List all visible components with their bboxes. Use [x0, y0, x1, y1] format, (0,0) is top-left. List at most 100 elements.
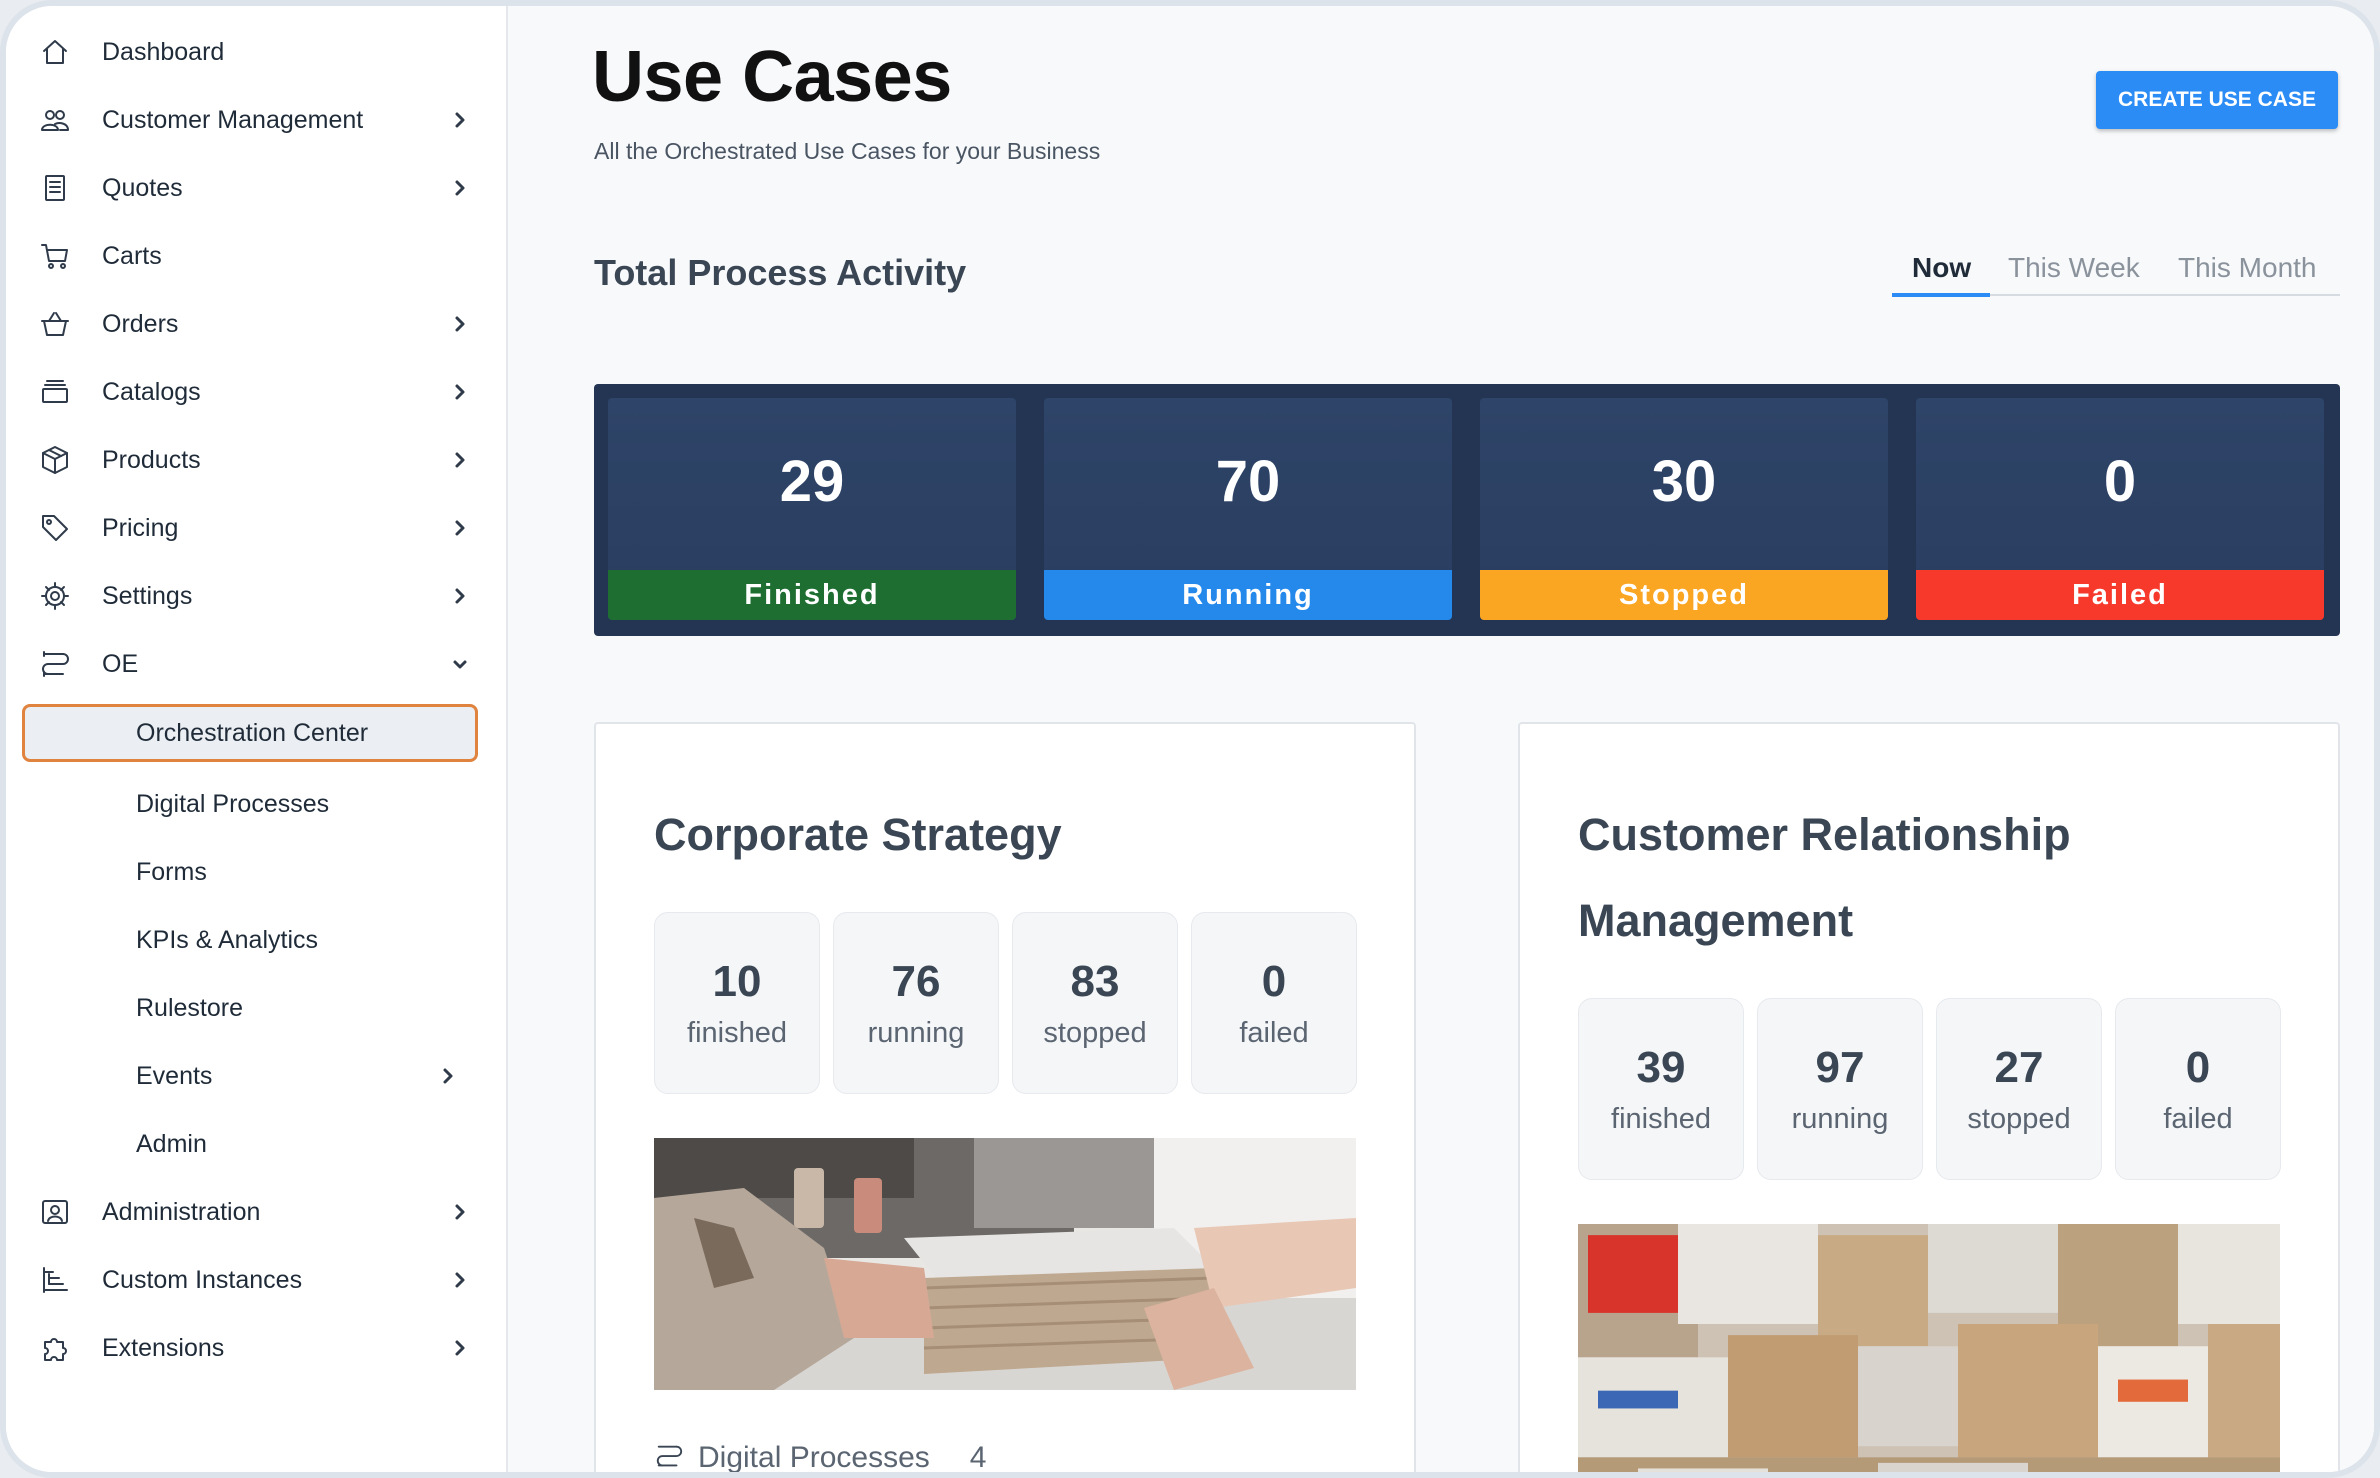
- use-case-stat-running: 76 running: [833, 912, 999, 1094]
- admin-icon: [38, 1195, 72, 1229]
- period-tabs: Now This Week This Month: [1892, 252, 2340, 297]
- stat-value: 0: [2103, 449, 2137, 514]
- sidebar-item-products[interactable]: Products: [6, 430, 508, 490]
- main-content: Use Cases All the Orchestrated Use Cases…: [508, 6, 2374, 1472]
- use-case-card-corporate-strategy[interactable]: Corporate Strategy 10 finished 76 runnin…: [594, 722, 1416, 1474]
- stat-label-bar: Failed: [1916, 570, 2324, 620]
- sidebar-item-oe[interactable]: OE: [6, 634, 508, 694]
- box-icon: [38, 443, 72, 477]
- tab-this-week[interactable]: This Week: [2008, 252, 2140, 284]
- sidebar-item-dashboard[interactable]: Dashboard: [6, 22, 508, 82]
- chevron-right-icon: [450, 314, 470, 334]
- stat-label: stopped: [1043, 1017, 1147, 1049]
- sidebar-item-label: Carts: [102, 241, 162, 270]
- stat-label-bar: Stopped: [1480, 570, 1888, 620]
- stat-label: failed: [2163, 1103, 2233, 1135]
- chevron-right-icon: [450, 1270, 470, 1290]
- stat-value: 10: [712, 957, 762, 1006]
- use-case-image: [654, 1138, 1356, 1390]
- sidebar-item-label: Digital Processes: [136, 789, 330, 818]
- app-window: Dashboard Customer Management Quotes Car…: [0, 0, 2380, 1478]
- stat-label: failed: [1239, 1017, 1309, 1049]
- stat-card-stopped[interactable]: 30 Stopped: [1480, 398, 1888, 620]
- tab-this-month[interactable]: This Month: [2178, 252, 2317, 284]
- use-case-stat-finished: 10 finished: [654, 912, 820, 1094]
- sidebar-item-label: Administration: [102, 1197, 261, 1226]
- sidebar-item-administration[interactable]: Administration: [6, 1182, 508, 1242]
- sidebar-item-quotes[interactable]: Quotes: [6, 158, 508, 218]
- stat-label: running: [1791, 1103, 1889, 1135]
- chevron-right-icon: [450, 450, 470, 470]
- sidebar-subitem-digital-processes[interactable]: Digital Processes: [6, 774, 508, 834]
- page-title: Use Cases: [592, 37, 952, 117]
- stat-value: 27: [1994, 1043, 2044, 1092]
- use-case-stat-stopped: 27 stopped: [1936, 998, 2102, 1180]
- use-case-card-crm[interactable]: Customer Relationship Management 39 fini…: [1518, 722, 2340, 1472]
- stat-label-bar: Running: [1044, 570, 1452, 620]
- digital-processes-label: Digital Processes: [698, 1441, 930, 1474]
- document-icon: [38, 171, 72, 205]
- stat-value: 29: [779, 449, 845, 514]
- sidebar-item-settings[interactable]: Settings: [6, 566, 508, 626]
- sidebar-item-label: Events: [136, 1061, 213, 1090]
- stat-value: 0: [1261, 957, 1287, 1006]
- stat-card-finished[interactable]: 29 Finished: [608, 398, 1016, 620]
- home-icon: [38, 35, 72, 69]
- chevron-right-icon: [450, 178, 470, 198]
- stat-value: 97: [1815, 1043, 1865, 1092]
- cart-icon: [38, 239, 72, 273]
- sidebar: Dashboard Customer Management Quotes Car…: [6, 6, 508, 1472]
- sidebar-item-label: Settings: [102, 581, 193, 610]
- sidebar-item-label: OE: [102, 649, 139, 678]
- chevron-right-icon: [450, 1202, 470, 1222]
- page-subtitle: All the Orchestrated Use Cases for your …: [594, 138, 1101, 164]
- sidebar-subitem-rulestore[interactable]: Rulestore: [6, 978, 508, 1038]
- sidebar-item-carts[interactable]: Carts: [6, 226, 508, 286]
- sidebar-subitem-orchestration-center[interactable]: Orchestration Center: [22, 704, 478, 762]
- stat-card-running[interactable]: 70 Running: [1044, 398, 1452, 620]
- sidebar-item-extensions[interactable]: Extensions: [6, 1318, 508, 1378]
- stat-value: 0: [2185, 1043, 2211, 1092]
- sidebar-item-custom-instances[interactable]: Custom Instances: [6, 1250, 508, 1310]
- stat-label: finished: [687, 1017, 787, 1049]
- sidebar-item-label: Quotes: [102, 173, 183, 202]
- flow-icon: [38, 647, 72, 681]
- sidebar-item-label: Orders: [102, 309, 179, 338]
- use-case-footer[interactable]: Digital Processes 4: [654, 1438, 986, 1474]
- chevron-right-icon: [438, 1066, 458, 1086]
- sidebar-item-catalogs[interactable]: Catalogs: [6, 362, 508, 422]
- use-case-stat-running: 97 running: [1757, 998, 1923, 1180]
- process-activity-panel: 29 Finished 70 Running 30 Stopped 0 Fail…: [594, 384, 2340, 636]
- stat-card-failed[interactable]: 0 Failed: [1916, 398, 2324, 620]
- chevron-right-icon: [450, 110, 470, 130]
- tab-now[interactable]: Now: [1912, 252, 1971, 284]
- sidebar-subitem-events[interactable]: Events: [6, 1046, 508, 1106]
- create-use-case-button[interactable]: CREATE USE CASE: [2096, 71, 2338, 129]
- sidebar-subitem-forms[interactable]: Forms: [6, 842, 508, 902]
- sidebar-item-pricing[interactable]: Pricing: [6, 498, 508, 558]
- section-title: Total Process Activity: [594, 252, 967, 293]
- stat-value: 83: [1070, 957, 1120, 1006]
- sidebar-item-orders[interactable]: Orders: [6, 294, 508, 354]
- sidebar-item-label: Products: [102, 445, 201, 474]
- chevron-right-icon: [450, 382, 470, 402]
- stat-value: 76: [891, 957, 941, 1006]
- stat-value: 70: [1215, 449, 1281, 514]
- use-case-stat-failed: 0 failed: [2115, 998, 2281, 1180]
- sidebar-item-label: Dashboard: [102, 37, 225, 66]
- sidebar-item-label: KPIs & Analytics: [136, 925, 319, 954]
- stat-label-bar: Finished: [608, 570, 1016, 620]
- active-tab-indicator: [1892, 293, 1990, 297]
- sidebar-item-customer-management[interactable]: Customer Management: [6, 90, 508, 150]
- stat-label: running: [867, 1017, 965, 1049]
- sidebar-subitem-kpis-analytics[interactable]: KPIs & Analytics: [6, 910, 508, 970]
- use-case-stat-finished: 39 finished: [1578, 998, 1744, 1180]
- chevron-right-icon: [450, 1338, 470, 1358]
- sidebar-item-label: Extensions: [102, 1333, 225, 1362]
- sidebar-item-label: Custom Instances: [102, 1265, 303, 1294]
- sidebar-subitem-admin[interactable]: Admin: [6, 1114, 508, 1174]
- use-case-stat-failed: 0 failed: [1191, 912, 1357, 1094]
- users-icon: [38, 103, 72, 137]
- puzzle-icon: [38, 1331, 72, 1365]
- sidebar-item-label: Catalogs: [102, 377, 201, 406]
